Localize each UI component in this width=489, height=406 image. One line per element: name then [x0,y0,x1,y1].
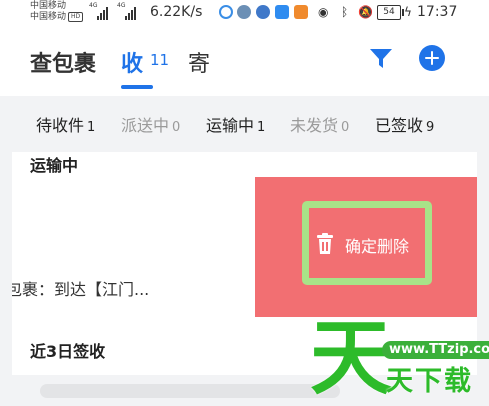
filter-label: 派送中 [121,116,170,135]
filter-not-shipped[interactable]: 未发货 0 [290,112,349,136]
trash-icon [317,233,333,254]
filter-icon [370,49,392,68]
filter-label: 待收件 [36,116,85,135]
filter-count: 0 [341,120,350,135]
carrier-label-2-text: 中国移动 [30,12,67,22]
filter-count: 9 [426,120,435,135]
active-tab-indicator [121,85,153,89]
clock: 17:37 [417,4,458,20]
add-button[interactable] [419,45,445,71]
tab-send[interactable]: 寄 [188,46,210,78]
in-transit-card: 运输中 包裹：到达【江门... 确定删除 [12,152,477,330]
signal-2-tag: 4G [117,2,126,9]
site-watermark: 天 www.TTzip.com 天下载 [310,316,489,402]
filter-label: 未发货 [290,116,339,135]
page-title: 查包裹 [30,52,97,77]
filter-signed[interactable]: 已签收 9 [375,112,434,136]
mute-bell-icon: 🔕 [358,5,373,19]
signal-icon-2: 4G [117,2,139,20]
section-title-recent-signed: 近3日签收 [30,342,106,361]
tab-receive-count: 11 [150,51,170,69]
watermark-logo-glyph: 天 [310,311,393,406]
network-speed: 6.22K/s [150,4,203,20]
signal-1-tag: 4G [89,2,98,9]
filter-in-transit[interactable]: 运输中 1 [206,112,265,136]
package-list-item[interactable]: 包裹：到达【江门... [12,276,149,300]
carrier-label-1: 中国移动 [30,1,67,11]
carrier-label-2: 中国移动 HD [30,12,84,23]
filter-label: 运输中 [206,116,255,135]
filter-delivering[interactable]: 派送中 0 [121,112,180,136]
confirm-delete-button[interactable]: 确定删除 [302,201,432,285]
hd-badge: HD [68,12,84,22]
status-bar: 中国移动 中国移动 HD 4G 4G 6.22K/s ◉ ᛒ 🔕 54 ϟ 17:… [0,0,489,28]
filter-pending-pickup[interactable]: 待收件 1 [36,112,95,136]
watermark-text: 天下载 [386,366,473,397]
app-notification-icon-3 [256,5,270,19]
section-title-in-transit: 运输中 [30,156,79,175]
confirm-delete-label: 确定删除 [345,237,410,256]
watermark-url: www.TTzip.com [382,341,489,359]
signal-icon-1: 4G [89,2,111,20]
swipe-delete-panel: 确定删除 [255,177,477,317]
filter-count: 1 [87,120,96,135]
app-notification-icon-5 [294,5,308,19]
filter-count: 0 [172,120,181,135]
filter-count: 1 [257,120,266,135]
charging-icon: ϟ [404,5,412,19]
filter-button[interactable] [368,45,394,71]
eye-icon: ◉ [318,5,329,19]
blurred-list-item [40,384,340,398]
filter-label: 已签收 [375,116,424,135]
app-notification-icon-2 [237,5,251,19]
tab-receive[interactable]: 收 [121,46,143,78]
bluetooth-icon: ᛒ [341,5,349,19]
app-notification-icon-1 [219,5,233,19]
app-header: 查包裹 收 11 寄 [0,28,489,96]
app-notification-icon-4 [275,5,289,19]
status-filter-bar: 待收件 1 派送中 0 运输中 1 未发货 0 已签收 9 [0,96,489,152]
battery-indicator: 54 [377,5,404,20]
